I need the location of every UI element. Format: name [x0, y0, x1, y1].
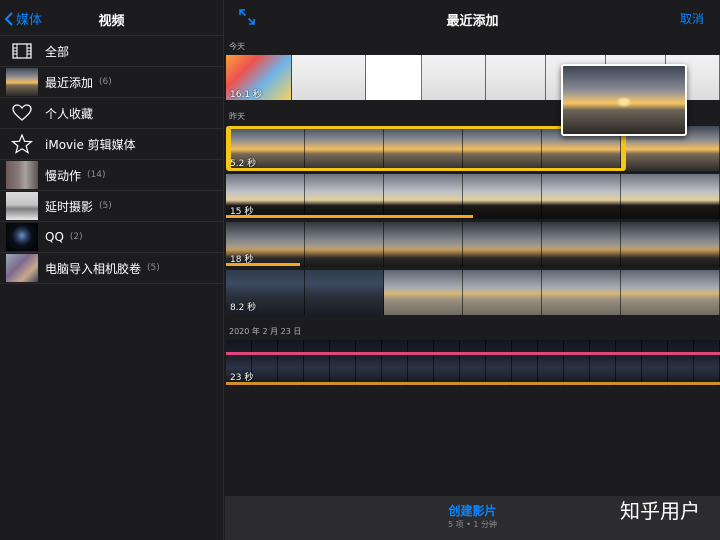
media-browser: 最近添加 取消 今天 16.1 秒 昨天 5.2 秒 15 秒 18 秒 8.2… [225, 0, 720, 540]
section-label-date: 2020 年 2 月 23 日 [229, 327, 302, 336]
sidebar-item-count: (6) [99, 77, 112, 87]
sidebar-header: 媒体 视频 [0, 0, 223, 36]
sidebar-item-count: (14) [87, 170, 106, 180]
sidebar-item-imovie-media[interactable]: iMovie 剪辑媒体 [0, 129, 223, 160]
clip-duration: 8.2 秒 [230, 303, 257, 313]
sidebar-item-label: QQ [45, 230, 64, 244]
sidebar-item-qq[interactable]: QQ (2) [0, 222, 223, 253]
clip-preview [561, 64, 687, 136]
video-clip[interactable]: 15 秒 [226, 174, 720, 219]
sidebar-item-computer-import[interactable]: 电脑导入相机胶卷 (5) [0, 253, 223, 284]
heart-icon [6, 99, 38, 127]
main-header: 最近添加 取消 [225, 0, 720, 36]
clip-progress-bar [226, 263, 301, 266]
clip-progress-bar [226, 382, 720, 385]
clip-frames [226, 270, 720, 315]
sidebar-title: 视频 [98, 14, 125, 29]
slow-motion-thumbnail [6, 161, 38, 189]
cancel-button[interactable]: 取消 [680, 10, 704, 27]
watermark: 知乎用户 [620, 499, 700, 523]
sidebar-item-label: 电脑导入相机胶卷 [45, 261, 142, 276]
sidebar-item-recent[interactable]: 最近添加 (6) [0, 67, 223, 98]
sidebar-item-favorites[interactable]: 个人收藏 [0, 98, 223, 129]
clip-frames [226, 174, 720, 219]
sidebar-item-count: (2) [69, 232, 83, 242]
sidebar-item-timelapse[interactable]: 延时摄影 (5) [0, 191, 223, 222]
sidebar-item-label: 延时摄影 [45, 199, 94, 214]
sidebar-item-label: 最近添加 [45, 75, 94, 90]
clip-duration: 5.2 秒 [230, 159, 257, 169]
page-title: 最近添加 [446, 14, 499, 29]
playback-marker-line [226, 352, 720, 355]
star-icon [6, 130, 38, 158]
clip-frames [226, 222, 720, 267]
sidebar-item-label: 慢动作 [45, 168, 82, 183]
sidebar-item-slow-motion[interactable]: 慢动作 (14) [0, 160, 223, 191]
clip-progress-bar [226, 215, 473, 218]
video-clip[interactable]: 23 秒 [226, 340, 720, 386]
sidebar-item-count: (5) [147, 263, 160, 273]
sidebar-item-label: iMovie 剪辑媒体 [45, 137, 136, 152]
section-label-today: 今天 [229, 42, 245, 51]
sidebar-item-count: (5) [99, 201, 112, 211]
timelapse-thumbnail [6, 192, 38, 220]
sidebar-item-label: 个人收藏 [45, 106, 94, 121]
video-clip[interactable]: 18 秒 [226, 222, 720, 267]
sun-shape [618, 98, 630, 106]
qq-thumbnail [6, 223, 38, 251]
sidebar-item-label: 全部 [45, 44, 70, 59]
video-clip[interactable]: 8.2 秒 [226, 270, 720, 315]
section-label-yesterday: 昨天 [229, 112, 245, 121]
clip-duration: 16.1 秒 [230, 90, 262, 100]
sidebar-item-all[interactable]: 全部 [0, 36, 223, 67]
recent-thumbnail [6, 68, 38, 96]
clip-frames [226, 340, 720, 386]
sidebar: 媒体 视频 全部 最近添加 (6) 个人收藏 iMovie 剪辑媒体 慢动作 (… [0, 0, 224, 540]
film-icon [6, 37, 38, 65]
computer-import-thumbnail [6, 254, 38, 282]
